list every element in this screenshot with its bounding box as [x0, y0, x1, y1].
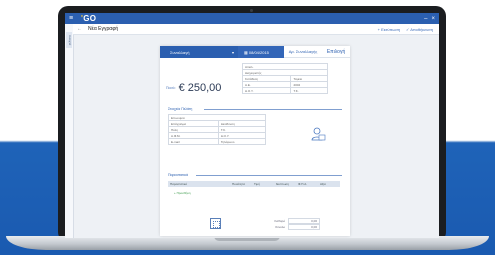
col-header[interactable]: Παραστατικό [168, 182, 230, 186]
tab-transaction-number[interactable]: Αρ. Συναλλαγής [289, 49, 318, 54]
col-header[interactable]: Αξία [318, 182, 340, 186]
grid-cell[interactable]: Τ.Κ. [290, 87, 328, 94]
print-button[interactable]: + Εκτύπωση [378, 27, 400, 32]
grid-cell[interactable]: E-mail [168, 138, 219, 145]
grid-cell[interactable]: Δ.Ο.Υ. [241, 87, 292, 94]
document-panel: Συναλλαγή ▾ ▦ 08/04/2015 Αρ. Συναλλαγής Ε… [160, 46, 350, 236]
transaction-type-select[interactable]: Συναλλαγή ▾ [160, 46, 238, 58]
qr-code-icon[interactable] [210, 218, 221, 229]
back-icon[interactable]: ← [77, 26, 82, 32]
col-header[interactable]: Τιμή [252, 182, 274, 186]
amount-label: Ποσό: [166, 86, 176, 90]
rail-tab[interactable]: Ανοιχτά [66, 32, 72, 48]
items-table-header: Παραστατικό Ποσότητα Τιμή Έκπτωση Φ.Π.Α.… [168, 181, 340, 187]
chevron-down-icon: ▾ [231, 49, 234, 55]
totals-panel: Καθαρό 0,00 Σύνολο 0,00 [265, 218, 320, 230]
col-header[interactable]: Ποσότητα [230, 182, 252, 186]
header-tabs: Αρ. Συναλλαγής Επιλογή [284, 46, 350, 58]
grid-cell[interactable]: Τηλέφωνο [217, 138, 267, 145]
details-grid: Αιτιολ. Διαχειριστής Κατάθεση Ταμείο Α.Ε.… [241, 63, 328, 94]
amount-display: Ποσό: € 250,00 [166, 82, 221, 94]
total-value: 0,00 [288, 224, 320, 230]
tab-select[interactable]: Επιλογή [327, 49, 345, 55]
close-button[interactable]: × [431, 16, 435, 22]
section-documents-label: Παραστατικά [168, 173, 188, 177]
date-field[interactable]: ▦ 08/04/2015 [238, 46, 284, 58]
minimize-button[interactable]: – [424, 16, 427, 22]
app-screen: ≡ 'GO – × Ανοιχτά ← Νέα Εγγραφή + Εκτύπω… [65, 13, 439, 238]
customer-grid: Επωνυμία Επάγγελμα Διεύθυνση Πόλη Τ.Κ. Α.Φ… [168, 114, 267, 145]
left-rail: Ανοιχτά [65, 24, 74, 238]
person-card-icon[interactable] [310, 126, 326, 142]
col-header[interactable]: Φ.Π.Α. [296, 182, 318, 186]
col-header[interactable]: Έκπτωση [274, 182, 296, 186]
app-logo: 'GO [81, 14, 97, 23]
amount-value: € 250,00 [178, 82, 222, 94]
document-header: Συναλλαγή ▾ ▦ 08/04/2015 Αρ. Συναλλαγής Ε… [160, 46, 350, 58]
toolbar: ← Νέα Εγγραφή + Εκτύπωση ✓ Αποθήκευση [73, 24, 439, 35]
hamburger-icon[interactable]: ≡ [69, 15, 78, 22]
save-button[interactable]: ✓ Αποθήκευση [406, 27, 433, 32]
total-row: Σύνολο 0,00 [265, 224, 320, 230]
title-bar: ≡ 'GO – × [65, 13, 439, 24]
webcam [250, 9, 253, 12]
section-customer-label: Στοιχεία Πελάτη [168, 107, 193, 111]
section-divider [196, 175, 342, 176]
page-title: Νέα Εγγραφή [88, 26, 119, 32]
add-row-link[interactable]: + Προσθήκη [174, 191, 190, 195]
section-divider [204, 109, 342, 110]
